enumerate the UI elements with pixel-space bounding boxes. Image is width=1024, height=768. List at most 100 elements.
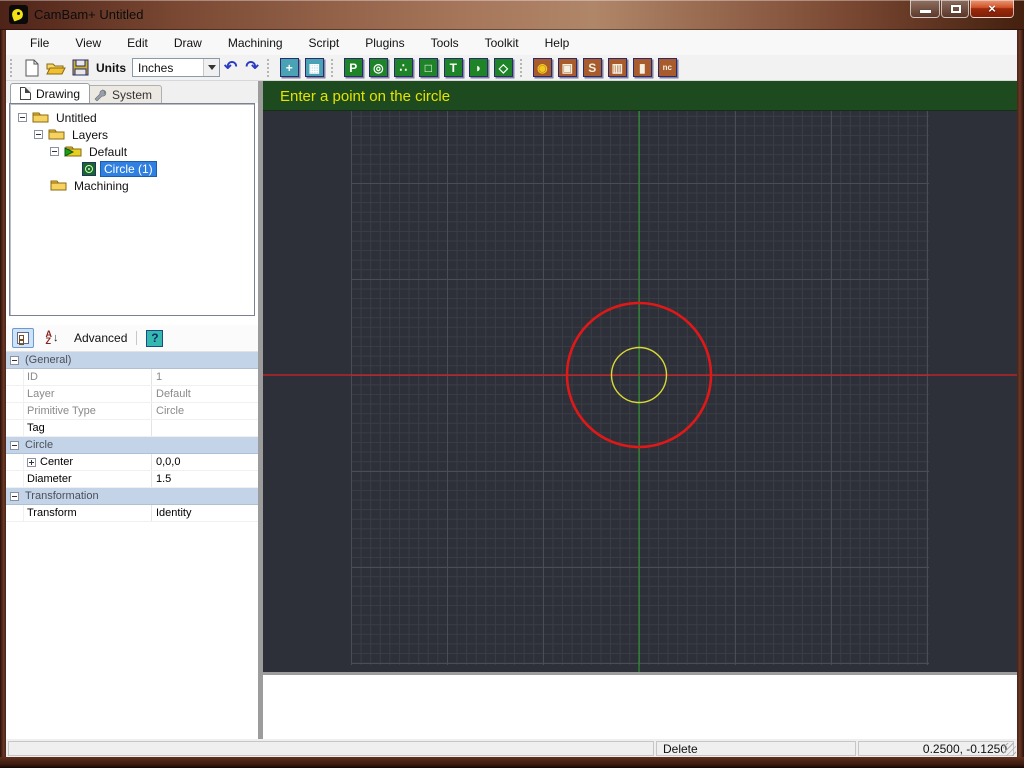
category-transformation[interactable]: Transformation: [6, 488, 258, 505]
menu-edit[interactable]: Edit: [117, 32, 158, 54]
mop-profile-icon[interactable]: ◉: [533, 58, 552, 77]
menu-bar: File View Edit Draw Machining Script Plu…: [6, 30, 1017, 55]
menu-file[interactable]: File: [20, 32, 59, 54]
new-file-button[interactable]: [22, 58, 42, 78]
units-label: Units: [96, 61, 126, 75]
alphabetical-sort-button[interactable]: AZ ↓: [40, 328, 64, 348]
advanced-button[interactable]: Advanced: [74, 331, 127, 345]
collapse-icon[interactable]: [50, 147, 59, 156]
tree-item-machining[interactable]: Machining: [10, 177, 254, 194]
category-circle[interactable]: Circle: [6, 437, 258, 454]
window-title: CamBam+ Untitled: [34, 7, 143, 22]
properties-toolbar: AZ ↓ Advanced ?: [6, 325, 258, 352]
axes-toggle-icon[interactable]: +: [280, 58, 299, 77]
titlebar[interactable]: CamBam+ Untitled ×: [0, 0, 1024, 30]
tab-system[interactable]: System: [84, 85, 162, 103]
tree-label: Machining: [71, 179, 132, 193]
prop-row-id[interactable]: ID 1: [6, 369, 258, 386]
categorized-view-icon: [17, 332, 29, 344]
category-label: Circle: [25, 439, 53, 451]
collapse-icon[interactable]: [10, 441, 19, 450]
toolbar-grip[interactable]: [520, 59, 524, 77]
new-file-icon: [24, 59, 40, 77]
menu-plugins[interactable]: Plugins: [355, 32, 414, 54]
tree-label-selected: Circle (1): [100, 161, 157, 177]
help-button[interactable]: ?: [146, 330, 163, 347]
menu-help[interactable]: Help: [535, 32, 580, 54]
tree-item-default-layer[interactable]: Default: [10, 143, 254, 160]
mop-engrave-icon[interactable]: S: [583, 58, 602, 77]
prompt-banner: Enter a point on the circle: [263, 81, 1017, 111]
prop-row-tag[interactable]: Tag: [6, 420, 258, 437]
open-file-button[interactable]: [46, 58, 66, 78]
category-label: (General): [25, 354, 71, 366]
save-icon: [72, 59, 89, 76]
menu-draw[interactable]: Draw: [164, 32, 212, 54]
minimize-icon: [920, 10, 931, 13]
draw-surface-icon[interactable]: ◇: [494, 58, 513, 77]
draw-circle-icon[interactable]: ◎: [369, 58, 388, 77]
prop-row-center[interactable]: Center 0,0,0: [6, 454, 258, 471]
toolbar-grip[interactable]: [267, 59, 271, 77]
tree-label: Default: [86, 145, 130, 159]
units-value: Inches: [138, 61, 173, 75]
toolbar-grip[interactable]: [331, 59, 335, 77]
maximize-button[interactable]: [941, 0, 969, 18]
toolbar-grip[interactable]: [10, 59, 14, 77]
mop-gcode-icon[interactable]: nc: [658, 58, 677, 77]
collapse-icon[interactable]: [34, 130, 43, 139]
expand-icon[interactable]: [27, 458, 36, 467]
window-border-right: [1017, 30, 1024, 768]
az-sort-icon: AZ: [46, 331, 53, 345]
draw-text-icon[interactable]: T: [444, 58, 463, 77]
resize-grip[interactable]: [1003, 743, 1016, 756]
close-button[interactable]: ×: [970, 0, 1014, 18]
folder-icon: [48, 127, 65, 143]
collapse-icon[interactable]: [18, 113, 27, 122]
tab-drawing[interactable]: Drawing: [10, 83, 90, 103]
draw-rectangle-icon[interactable]: □: [419, 58, 438, 77]
maximize-icon: [951, 5, 961, 13]
tree-item-layers[interactable]: Layers: [10, 126, 254, 143]
status-message-cell: [8, 741, 654, 756]
mop-drill-icon[interactable]: ▥: [608, 58, 627, 77]
collapse-icon[interactable]: [10, 356, 19, 365]
menu-machining[interactable]: Machining: [218, 32, 293, 54]
collapse-icon[interactable]: [10, 492, 19, 501]
drawing-tab-icon: [20, 87, 31, 100]
menu-script[interactable]: Script: [299, 32, 350, 54]
tree-item-untitled[interactable]: Untitled: [10, 109, 254, 126]
minimize-button[interactable]: [910, 0, 940, 18]
undo-button[interactable]: ↶: [224, 59, 237, 77]
property-grid: (General) ID 1 Layer Default Primitive T…: [6, 352, 258, 522]
draw-arc-icon[interactable]: ◗: [469, 58, 488, 77]
menu-toolkit[interactable]: Toolkit: [475, 32, 529, 54]
categorized-view-button[interactable]: [12, 328, 34, 348]
tree-label: Layers: [69, 128, 111, 142]
redo-button[interactable]: ↷: [245, 59, 258, 77]
save-button[interactable]: [70, 58, 90, 78]
units-select[interactable]: Inches: [132, 58, 220, 77]
combo-arrow-icon[interactable]: [203, 59, 219, 76]
tab-drawing-label: Drawing: [36, 87, 80, 101]
mop-pocket-icon[interactable]: ▣: [558, 58, 577, 77]
prop-row-primitive-type[interactable]: Primitive Type Circle: [6, 403, 258, 420]
mop-3d-profile-icon[interactable]: ▮: [633, 58, 652, 77]
prop-row-transform[interactable]: Transform Identity: [6, 505, 258, 522]
category-general[interactable]: (General): [6, 352, 258, 369]
draw-points-icon[interactable]: ∴: [394, 58, 413, 77]
menu-tools[interactable]: Tools: [421, 32, 469, 54]
prop-row-diameter[interactable]: Diameter 1.5: [6, 471, 258, 488]
open-folder-icon: [46, 60, 66, 76]
status-bar: Delete 0.2500, -0.1250: [6, 739, 1017, 757]
canvas-geometry: [263, 81, 1017, 672]
prop-row-layer[interactable]: Layer Default: [6, 386, 258, 403]
drawing-canvas[interactable]: Enter a point on the circle: [263, 81, 1017, 672]
tree-item-circle-1[interactable]: Circle (1): [10, 160, 254, 177]
close-icon: ×: [971, 1, 1013, 16]
menu-view[interactable]: View: [65, 32, 111, 54]
grid-toggle-icon[interactable]: ▦: [305, 58, 324, 77]
toolbar-separator: [136, 331, 137, 345]
tab-system-label: System: [112, 88, 152, 102]
draw-polyline-icon[interactable]: P: [344, 58, 363, 77]
